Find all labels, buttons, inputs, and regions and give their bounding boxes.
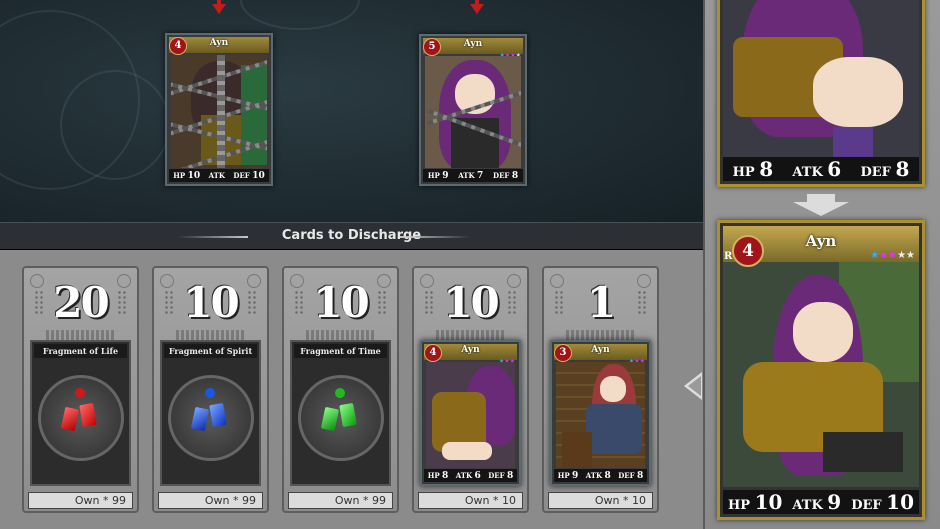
level-badge: 3 xyxy=(554,344,572,362)
red-gem-icon xyxy=(60,406,79,432)
preview-after-card: Ayn ★★★★★ R 4 HP 10 ATK 9 DEF 10 xyxy=(717,220,925,520)
card-stats: HP 10 ATK DEF 10 xyxy=(169,169,269,182)
atk-value: 7 xyxy=(477,170,484,181)
preview-after-stats: HP 10 ATK 9 DEF 10 xyxy=(723,490,919,514)
fragment-ring xyxy=(37,375,124,461)
base-card[interactable]: Ayn 4 HP 10 ATK DEF 10 xyxy=(165,33,273,186)
preview-before-card: HP 8 ATK 6 DEF 8 xyxy=(717,0,925,187)
ornament-swirl xyxy=(60,70,170,180)
green-gem-icon xyxy=(338,402,357,428)
own-count: Own * 99 xyxy=(158,492,263,509)
atk-value: 6 xyxy=(827,157,842,181)
level-badge: 4 xyxy=(732,235,764,267)
red-gem-icon xyxy=(78,402,97,428)
atk-label: ATK xyxy=(792,498,823,513)
discharge-count: 10 xyxy=(313,278,369,327)
fragment-card: Fragment of Spirit xyxy=(160,340,261,486)
hp-label: HP xyxy=(427,170,440,180)
card-art xyxy=(556,362,645,468)
blue-gem-icon xyxy=(190,406,209,432)
level-badge: 5 xyxy=(423,38,441,56)
fragment-ring xyxy=(167,375,254,461)
selection-pointer-icon xyxy=(684,372,702,400)
discharge-card[interactable]: 10 Ayn 4 ★★★ HP 8 ATK 6 DEF 8 Own * 10 xyxy=(412,266,529,513)
rarity-label: R xyxy=(724,251,733,262)
card-art xyxy=(426,362,515,468)
discharge-count: 1 xyxy=(586,278,616,327)
card-stats: HP 9 ATK 7 DEF 8 xyxy=(423,169,523,182)
blue-gem-icon xyxy=(208,402,227,428)
def-value: 10 xyxy=(252,170,265,181)
hp-label: HP xyxy=(732,165,755,180)
arrow-down-icon xyxy=(212,0,226,14)
hp-value: 10 xyxy=(187,170,201,181)
rarity-stars: ★★★★★ xyxy=(870,250,915,261)
atk-value: 6 xyxy=(474,470,481,481)
character-card: Ayn 4 ★★★ HP 8 ATK 6 DEF 8 xyxy=(420,340,521,486)
card-stats: HP 9 ATK 8 DEF 8 xyxy=(554,469,647,482)
discharge-banner: Cards to Discharge xyxy=(0,222,703,250)
arrow-down-icon xyxy=(793,194,849,216)
def-value: 8 xyxy=(895,157,910,181)
green-gem-icon xyxy=(333,387,346,399)
own-count: Own * 10 xyxy=(418,492,523,509)
card-art xyxy=(425,56,521,168)
discharge-card[interactable]: 1 Ayn 3 ★★★ HP 9 ATK 8 DEF 8 Own * 10 xyxy=(542,266,659,513)
own-count: Own * 99 xyxy=(28,492,133,509)
ornament-swirl xyxy=(240,0,360,30)
blue-gem-icon xyxy=(203,387,216,399)
hp-value: 8 xyxy=(759,157,774,181)
atk-label: ATK xyxy=(792,165,823,180)
def-label: DEF xyxy=(233,170,250,180)
fragment-title: Fragment of Time xyxy=(294,344,387,358)
banner-title: Cards to Discharge xyxy=(281,228,422,243)
preview-art xyxy=(723,262,919,487)
own-count: Own * 10 xyxy=(548,492,653,509)
atk-value: 8 xyxy=(604,470,611,481)
hp-value: 9 xyxy=(442,170,449,181)
fusion-area: Ayn 4 HP 10 ATK DEF 10 Ayn 5 ★★★★ xyxy=(0,0,703,222)
def-value: 8 xyxy=(507,470,514,481)
character-card: Ayn 3 ★★★ HP 9 ATK 8 DEF 8 xyxy=(550,340,651,486)
red-gem-icon xyxy=(73,387,86,399)
discharge-count: 10 xyxy=(443,278,499,327)
def-value: 10 xyxy=(886,490,914,514)
card-art xyxy=(171,55,267,168)
card-stats: HP 8 ATK 6 DEF 8 xyxy=(424,469,517,482)
arrow-down-icon xyxy=(470,0,484,14)
banner-ornament-right xyxy=(400,236,470,238)
fragment-title: Fragment of Life xyxy=(34,344,127,358)
def-label: DEF xyxy=(493,170,510,180)
def-value: 8 xyxy=(637,470,644,481)
discharge-card[interactable]: 10 Fragment of Time Own * 99 xyxy=(282,266,399,513)
def-value: 8 xyxy=(511,170,519,181)
discharge-card[interactable]: 10 Fragment of Spirit Own * 99 xyxy=(152,266,269,513)
discharge-count: 10 xyxy=(183,278,239,327)
fragment-ring xyxy=(297,375,384,461)
hp-value: 8 xyxy=(442,470,449,481)
hp-value: 10 xyxy=(754,490,783,514)
hp-label: HP xyxy=(727,498,751,513)
own-count: Own * 99 xyxy=(288,492,393,509)
discharge-count: 20 xyxy=(53,278,109,327)
atk-label: ATK xyxy=(458,170,475,180)
green-gem-icon xyxy=(320,406,339,432)
discharge-card[interactable]: 20 Fragment of Life Own * 99 xyxy=(22,266,139,513)
material-card[interactable]: Ayn 5 ★★★★ HP 9 ATK 7 DEF 8 xyxy=(419,34,527,186)
atk-label: ATK xyxy=(208,171,225,180)
hp-label: HP xyxy=(173,170,186,180)
def-label: DEF xyxy=(851,498,882,513)
fragment-card: Fragment of Life xyxy=(30,340,131,486)
fragment-title: Fragment of Spirit xyxy=(164,344,257,358)
def-label: DEF xyxy=(860,165,891,180)
fragment-card: Fragment of Time xyxy=(290,340,391,486)
level-badge: 4 xyxy=(424,344,442,362)
hp-value: 9 xyxy=(572,470,579,481)
atk-value: 9 xyxy=(827,490,842,514)
level-badge: 4 xyxy=(169,37,187,55)
preview-before-stats: HP 8 ATK 6 DEF 8 xyxy=(723,157,919,181)
